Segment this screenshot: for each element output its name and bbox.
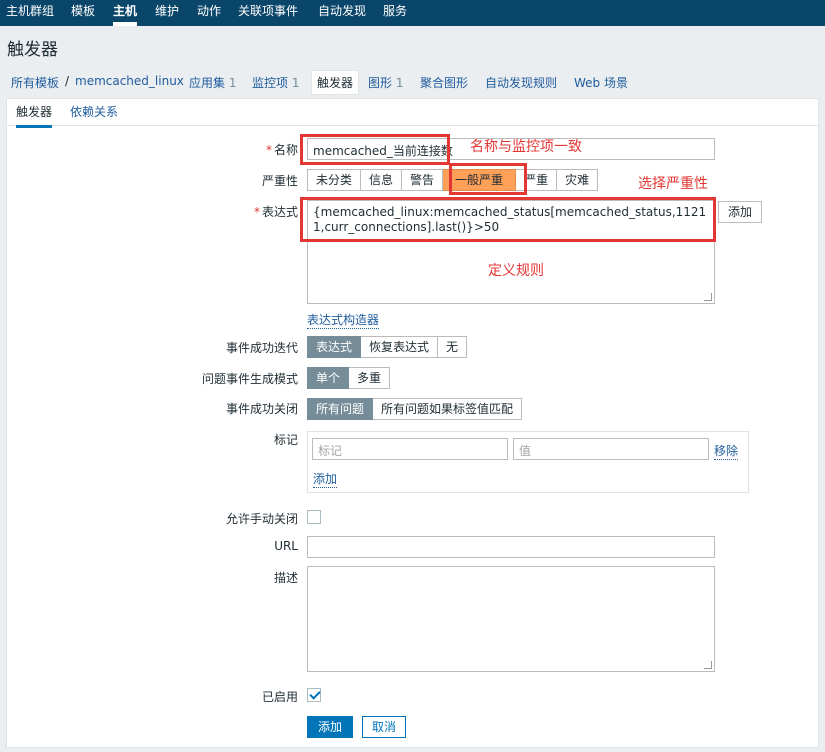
problem-mode-multiple[interactable]: 多重 [349, 367, 391, 389]
manual-close-label: 允许手动关闭 [225, 512, 298, 526]
description-label: 描述 [273, 571, 298, 585]
ok-close-all-problems[interactable]: 所有问题 [307, 398, 374, 420]
submit-add-button[interactable]: 添加 [307, 716, 354, 738]
ok-close-tag-match[interactable]: 所有问题如果标签值匹配 [373, 398, 523, 420]
severity-warning[interactable]: 警告 [402, 169, 444, 191]
annotation-box-name [300, 134, 450, 165]
nav-correlation[interactable]: 关联项事件 [238, 0, 298, 26]
name-label: * 名称 [265, 143, 298, 157]
severity-disaster[interactable]: 灾难 [557, 169, 599, 191]
nav-services[interactable]: 服务 [383, 0, 407, 26]
tags-label: 标记 [273, 433, 298, 447]
tag-add-link[interactable]: 添加 [313, 470, 338, 488]
form-tabs: 触发器 依赖关系 [6, 98, 819, 128]
ok-close-label: 事件成功关闭 [225, 402, 298, 416]
description-textarea[interactable] [307, 566, 715, 672]
severity-information[interactable]: 信息 [361, 169, 403, 191]
breadcrumb-apps-label: 应用集 [189, 76, 226, 90]
breadcrumb-graphs-count: 1 [395, 76, 404, 90]
breadcrumb-all-templates[interactable]: 所有模板 [11, 74, 59, 91]
breadcrumb-apps-count: 1 [228, 76, 237, 90]
annotation-name-note: 名称与监控项一致 [470, 139, 582, 155]
breadcrumb-items-label: 监控项 [252, 76, 289, 90]
tag-name-input[interactable]: 标记 [312, 438, 508, 460]
top-navigation: 主机群组 模板 主机 维护 动作 关联项事件 自动发现 服务 [0, 0, 825, 26]
manual-close-checkbox[interactable] [307, 510, 321, 524]
nav-templates[interactable]: 模板 [71, 0, 95, 26]
ok-event-none[interactable]: 无 [438, 336, 468, 358]
breadcrumb-template[interactable]: memcached_linux [75, 74, 184, 88]
annotation-severity-note: 选择严重性 [638, 176, 708, 192]
nav-actions[interactable]: 动作 [197, 0, 221, 26]
breadcrumb-apps[interactable]: 应用集 1 [189, 74, 236, 91]
nav-maintenance[interactable]: 维护 [155, 0, 179, 26]
breadcrumb: 所有模板 / memcached_linux 应用集 1 监控项 1 触发器 图… [0, 66, 825, 96]
enabled-label: 已启用 [261, 690, 298, 704]
nav-hosts[interactable]: 主机 [113, 0, 138, 26]
breadcrumb-triggers[interactable]: 触发器 [311, 70, 360, 95]
ok-event-recovery-expression[interactable]: 恢复表达式 [361, 336, 439, 358]
breadcrumb-graphs-label: 图形 [368, 76, 393, 90]
breadcrumb-screens[interactable]: 聚合图形 [420, 74, 468, 91]
breadcrumb-separator: / [65, 74, 70, 88]
url-label: URL [274, 539, 298, 553]
ok-close-selector: 所有问题 所有问题如果标签值匹配 [307, 398, 523, 420]
problem-mode-label: 问题事件生成模式 [201, 372, 298, 386]
resize-handle[interactable] [704, 661, 712, 669]
tab-dependencies[interactable]: 依赖关系 [70, 103, 118, 120]
ok-event-label: 事件成功迭代 [225, 341, 298, 355]
expression-builder-link[interactable]: 表达式构造器 [307, 311, 380, 329]
resize-handle[interactable] [704, 293, 712, 301]
breadcrumb-items-count: 1 [291, 76, 300, 90]
url-input[interactable] [307, 536, 715, 558]
expression-label: * 表达式 [253, 205, 298, 219]
severity-not-classified[interactable]: 未分类 [307, 169, 362, 191]
severity-label: 严重性 [261, 174, 298, 188]
tag-remove-link[interactable]: 移除 [714, 442, 739, 460]
tag-value-input[interactable]: 值 [513, 438, 709, 460]
ok-event-selector: 表达式 恢复表达式 无 [307, 336, 468, 358]
breadcrumb-graphs[interactable]: 图形 1 [368, 74, 403, 91]
breadcrumb-discovery[interactable]: 自动发现规则 [485, 74, 557, 91]
tab-trigger[interactable]: 触发器 [16, 103, 53, 128]
ok-event-expression[interactable]: 表达式 [307, 336, 362, 358]
problem-mode-single[interactable]: 单个 [307, 367, 350, 389]
enabled-checkbox[interactable] [307, 688, 321, 702]
expression-add-button[interactable]: 添加 [718, 201, 763, 223]
nav-host-groups[interactable]: 主机群组 [6, 0, 54, 26]
nav-discovery[interactable]: 自动发现 [318, 0, 366, 26]
breadcrumb-items[interactable]: 监控项 1 [252, 74, 299, 91]
cancel-button[interactable]: 取消 [362, 716, 407, 738]
page-title: 触发器 [7, 40, 58, 60]
problem-mode-selector: 单个 多重 [307, 367, 391, 389]
annotation-rule-note: 定义规则 [488, 263, 544, 279]
annotation-box-expression [300, 197, 716, 242]
annotation-box-severity [449, 163, 527, 195]
breadcrumb-web[interactable]: Web 场景 [574, 74, 628, 91]
